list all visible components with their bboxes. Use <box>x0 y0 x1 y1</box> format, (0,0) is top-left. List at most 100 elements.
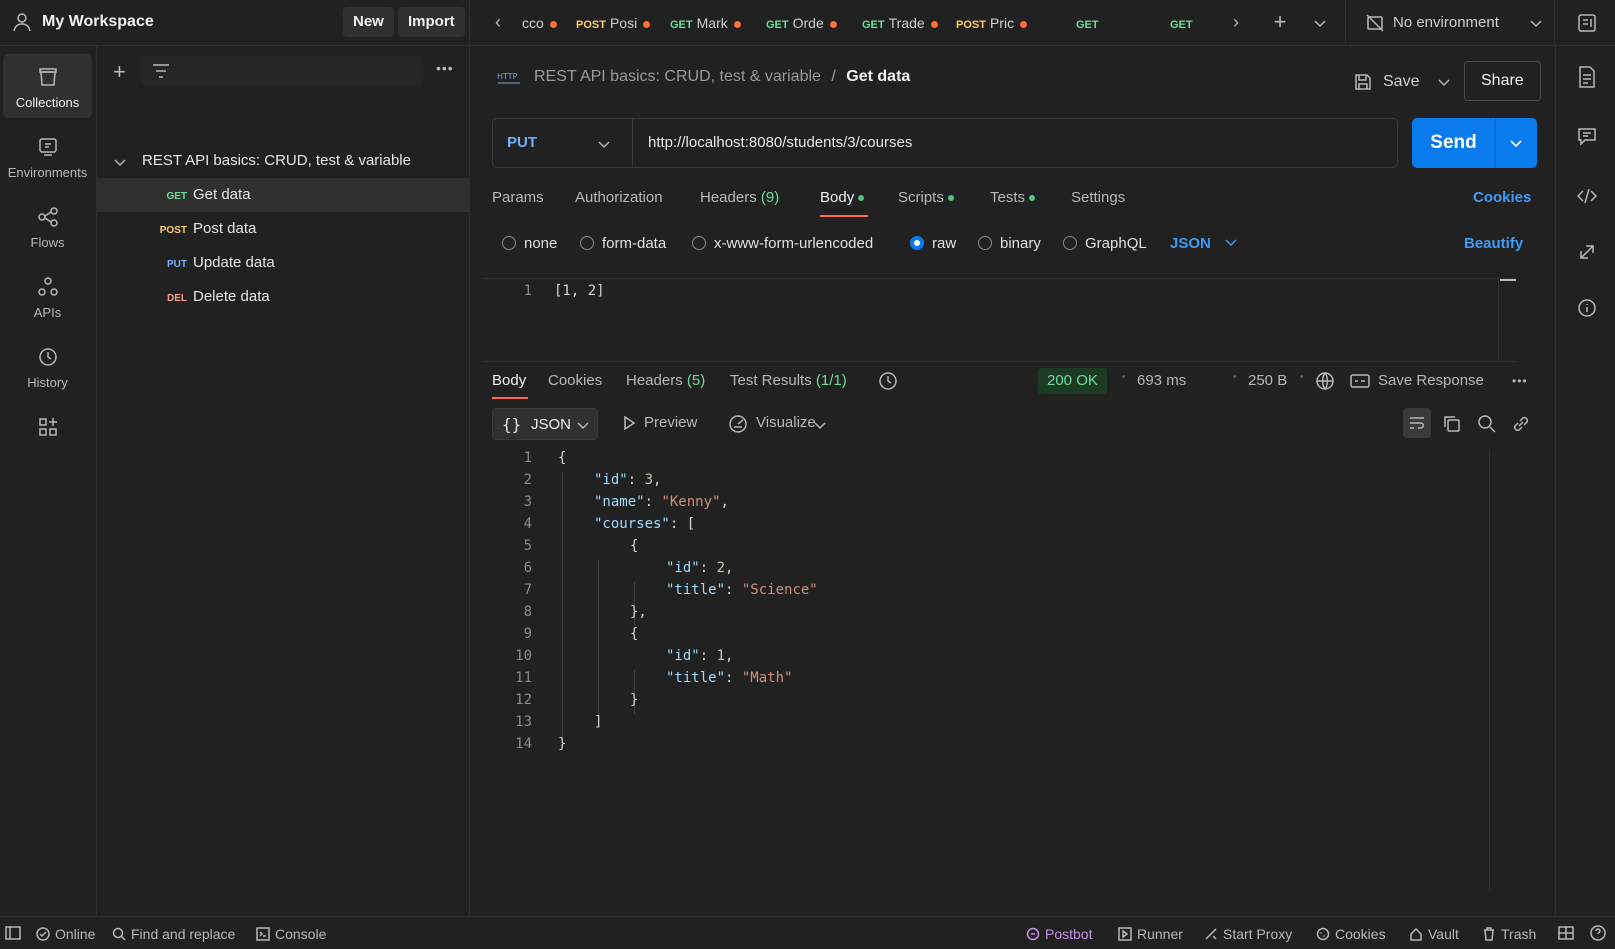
line-number: 7 <box>523 582 532 598</box>
tab-body[interactable]: Body <box>820 189 865 206</box>
request-tab[interactable]: GET Mark <box>670 0 760 46</box>
new-tab-plus-icon[interactable]: + <box>1270 11 1290 33</box>
online-status[interactable]: Online <box>36 926 95 942</box>
body-format-select[interactable]: JSON <box>1170 235 1237 252</box>
comments-icon[interactable] <box>1577 126 1597 146</box>
console-button[interactable]: Console <box>256 926 326 942</box>
tab-scripts[interactable]: Scripts <box>898 189 954 206</box>
breadcrumb-current[interactable]: Get data <box>846 68 910 85</box>
json-value: "Science" <box>741 582 818 598</box>
rail-flows[interactable]: Flows <box>3 194 92 258</box>
request-tab[interactable]: GET <box>1076 0 1116 46</box>
sidebar-item-post-data[interactable]: POST Post data <box>97 212 470 246</box>
documentation-icon[interactable] <box>1577 66 1597 88</box>
response-tab-cookies[interactable]: Cookies <box>548 372 602 389</box>
method-badge: POST <box>159 225 187 236</box>
environment-selector[interactable]: No environment <box>1345 0 1555 46</box>
status-dot-icon <box>858 195 865 202</box>
postbot-icon <box>1026 927 1040 941</box>
response-tab-body[interactable]: Body <box>492 372 526 389</box>
cookies-link[interactable]: Cookies <box>1473 189 1531 206</box>
chevron-down-icon[interactable] <box>813 418 827 432</box>
info-icon[interactable] <box>1577 298 1597 318</box>
rail-collections[interactable]: Collections <box>3 54 92 118</box>
tab-settings[interactable]: Settings <box>1071 189 1125 206</box>
workspace-name[interactable]: My Workspace <box>42 13 154 31</box>
search-icon[interactable] <box>1477 414 1497 434</box>
response-body-viewer[interactable]: 1 2 3 4 5 6 7 8 9 10 11 12 13 14 { "id":… <box>482 450 1517 916</box>
rail-configure-workbench[interactable] <box>3 404 92 452</box>
trash-button[interactable]: Trash <box>1482 926 1536 942</box>
sidebar-item-get-data[interactable]: GET Get data <box>97 178 470 212</box>
send-button[interactable]: Send <box>1412 118 1496 168</box>
status-badge[interactable]: 200 OK <box>1038 368 1107 394</box>
sidebar-item-delete-data[interactable]: DEL Delete data <box>97 280 470 314</box>
request-body-editor[interactable]: 1 [1, 2] <box>482 278 1517 362</box>
start-proxy-button[interactable]: Start Proxy <box>1204 926 1292 942</box>
collection-search-input[interactable] <box>142 56 422 86</box>
tabs-scroll-left-icon[interactable]: ‹ <box>488 12 508 32</box>
tab-authorization[interactable]: Authorization <box>575 189 663 206</box>
body-type-form-data[interactable]: form-data <box>580 235 666 252</box>
beautify-button[interactable]: Beautify <box>1464 235 1523 252</box>
request-tab[interactable]: POST Posi <box>576 0 666 46</box>
method-select[interactable]: PUT <box>493 119 633 167</box>
cookies-button[interactable]: Cookies <box>1316 926 1386 942</box>
rail-apis[interactable]: APIs <box>3 264 92 328</box>
send-options-chevron-down-icon[interactable] <box>1509 136 1523 150</box>
request-tab[interactable]: cco <box>522 0 572 46</box>
related-collections-icon[interactable] <box>1577 242 1597 262</box>
tab-tests[interactable]: Tests <box>990 189 1036 206</box>
breadcrumb-parent[interactable]: REST API basics: CRUD, test & variable <box>534 68 821 85</box>
wrap-lines-button[interactable] <box>1403 408 1431 438</box>
response-more-icon[interactable]: ••• <box>1512 374 1528 388</box>
tab-headers[interactable]: Headers (9) <box>700 189 779 206</box>
find-replace-button[interactable]: Find and replace <box>112 926 235 942</box>
tab-params[interactable]: Params <box>492 189 544 206</box>
tabs-menu-chevron-down-icon[interactable] <box>1313 16 1327 30</box>
globe-icon[interactable] <box>1315 371 1335 391</box>
body-type-none[interactable]: none <box>502 235 557 252</box>
body-type-binary[interactable]: binary <box>978 235 1041 252</box>
sidebar-more-icon[interactable]: ••• <box>436 60 454 76</box>
save-options-chevron-down-icon[interactable] <box>1437 75 1451 89</box>
body-type-graphql[interactable]: GraphQL <box>1063 235 1147 252</box>
new-button[interactable]: New <box>343 7 394 37</box>
sidebar-item-label: Get data <box>193 186 251 203</box>
history-icon[interactable] <box>878 371 898 391</box>
help-icon[interactable] <box>1590 925 1606 941</box>
url-input[interactable]: http://localhost:8080/students/3/courses <box>648 134 912 151</box>
share-button[interactable]: Share <box>1464 61 1541 101</box>
link-icon[interactable] <box>1511 414 1531 434</box>
body-type-urlencoded[interactable]: x-www-form-urlencoded <box>692 235 873 252</box>
rail-history[interactable]: History <box>3 334 92 398</box>
vault-button[interactable]: Vault <box>1409 926 1459 942</box>
toggle-sidebar-icon[interactable] <box>5 926 21 940</box>
editor-scrollbar[interactable] <box>1498 279 1517 362</box>
import-button[interactable]: Import <box>398 7 465 37</box>
postbot-button[interactable]: Postbot <box>1026 926 1092 942</box>
response-tab-headers[interactable]: Headers (5) <box>626 372 705 389</box>
request-tab[interactable]: GET Orde <box>766 0 856 46</box>
add-collection-plus-icon[interactable]: + <box>113 61 126 83</box>
tabs-scroll-right-icon[interactable]: › <box>1226 12 1246 32</box>
rail-environments[interactable]: Environments <box>3 124 92 188</box>
request-tab[interactable]: POST Pric <box>956 0 1048 46</box>
request-tab[interactable]: GET Trade <box>862 0 954 46</box>
collection-folder[interactable]: REST API basics: CRUD, test & variable <box>97 144 470 178</box>
runner-button[interactable]: Runner <box>1118 926 1183 942</box>
layout-toggle-icon[interactable] <box>1558 926 1574 940</box>
sidebar-item-update-data[interactable]: PUT Update data <box>97 246 470 280</box>
response-tab-test-results[interactable]: Test Results (1/1) <box>730 372 847 389</box>
request-tab[interactable]: GET <box>1170 0 1210 46</box>
code-snippet-icon[interactable] <box>1577 186 1597 206</box>
body-type-raw[interactable]: raw <box>910 235 956 252</box>
environment-quick-look-icon[interactable] <box>1577 13 1597 33</box>
json-line-id: "id": 3, <box>594 472 662 488</box>
copy-icon[interactable] <box>1442 414 1462 434</box>
response-time[interactable]: 693 ms <box>1137 372 1186 389</box>
json-line-name: "name": "Kenny", <box>594 494 729 510</box>
tab-method: GET <box>862 19 885 31</box>
response-size[interactable]: 250 B <box>1248 372 1287 389</box>
response-format-select[interactable]: {} JSON <box>492 408 598 440</box>
